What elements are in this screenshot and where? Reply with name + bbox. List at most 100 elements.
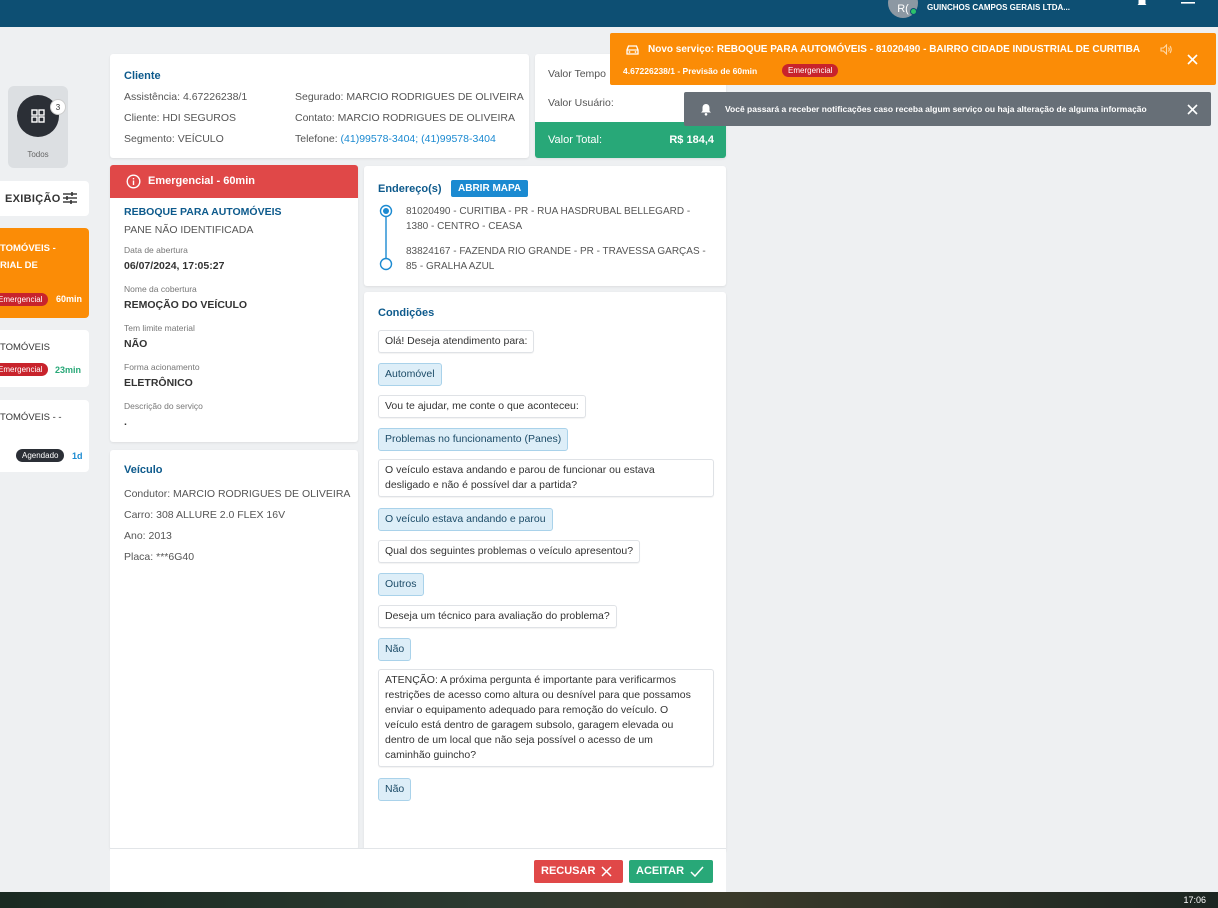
exibicao-label: EXIBIÇÃO: [5, 193, 61, 205]
data-abertura-value: 06/07/2024, 17:05:27: [124, 260, 225, 272]
service-title: TOMÓVEIS - -: [0, 412, 62, 423]
condutor-row: Condutor: MARCIO RODRIGUES DE OLIVEIRA: [124, 488, 351, 500]
telefone-link[interactable]: (41)99578-3404; (41)99578-3404: [341, 133, 496, 145]
segmento-row: Segmento: VEÍCULO: [124, 133, 224, 145]
question-bubble: Vou te ajudar, me conte o que aconteceu:: [378, 395, 586, 418]
route-timeline-icon: [379, 204, 393, 271]
bell-icon[interactable]: [1136, 0, 1148, 11]
question-bubble: Qual dos seguintes problemas o veículo a…: [378, 540, 641, 563]
valor-total-bar: Valor Total: R$ 184,4: [535, 122, 726, 158]
cliente-row: Cliente: HDI SEGUROS: [124, 112, 237, 124]
condicoes-title: Condições: [378, 307, 435, 319]
endereco-origem: 81020490 - CURITIBA - PR - RUA HASDRUBAL…: [406, 206, 691, 232]
todos-count-badge: 3: [50, 99, 66, 115]
recusar-label: RECUSAR: [541, 865, 596, 877]
veiculo-card: Veículo Condutor: MARCIO RODRIGUES DE OL…: [110, 450, 358, 850]
valor-total-value: R$ 184,4: [669, 134, 714, 146]
todos-icon-circle: 3: [17, 95, 66, 137]
info-icon: [126, 174, 141, 189]
company-name: GUINCHOS CAMPOS GERAIS LTDA...: [927, 3, 1070, 12]
close-icon: [601, 866, 612, 877]
service-time: 60min: [56, 294, 83, 304]
carro-row: Carro: 308 ALLURE 2.0 FLEX 16V: [124, 509, 286, 521]
answer-bubble: Não: [378, 778, 412, 801]
recusar-button[interactable]: RECUSAR: [534, 860, 623, 883]
service-title: TOMÓVEIS: [0, 342, 50, 353]
forma-label: Forma acionamento: [124, 362, 200, 372]
close-icon[interactable]: [1187, 54, 1198, 65]
hamburger-menu-icon[interactable]: [1181, 0, 1195, 14]
service-time: 23min: [55, 365, 82, 375]
servico-card: Emergencial - 60min REBOQUE PARA AUTOMÓV…: [110, 165, 358, 442]
service-item[interactable]: TOMÓVEIS - - Agendado 1d: [0, 400, 89, 472]
answer-bubble: Não: [378, 638, 412, 661]
enderecos-title: Endereço(s): [378, 183, 442, 195]
exibicao-toggle[interactable]: EXIBIÇÃO: [0, 181, 89, 216]
online-status-dot: [910, 8, 917, 15]
service-item-selected[interactable]: TOMÓVEIS - RIAL DE Emergencial 60min: [0, 228, 89, 318]
status-badge: Emergencial: [0, 293, 49, 306]
toast-subtitle: 4.67226238/1 - Previsão de 60min: [623, 66, 758, 76]
bell-icon: [701, 104, 711, 116]
notification-info-toast[interactable]: Você passará a receber notificações caso…: [684, 92, 1211, 126]
assistencia-row: Assistência: 4.67226238/1: [124, 91, 248, 103]
service-item[interactable]: TOMÓVEIS Emergencial 23min: [0, 330, 89, 387]
car-icon: [626, 45, 639, 55]
descricao-value: .: [124, 416, 127, 428]
question-bubble: ATENÇÃO: A próxima pergunta é importante…: [378, 669, 714, 767]
abrir-mapa-button[interactable]: ABRIR MAPA: [451, 180, 529, 197]
emergencial-title: Emergencial - 60min: [148, 175, 255, 187]
check-icon: [690, 866, 704, 877]
answer-bubble: Problemas no funcionamento (Panes): [378, 428, 569, 451]
question-bubble: Deseja um técnico para avaliação do prob…: [378, 605, 617, 628]
grid-icon: [31, 109, 45, 123]
aceitar-label: ACEITAR: [636, 865, 685, 877]
valor-total-label: Valor Total:: [548, 134, 603, 146]
close-icon[interactable]: [1187, 104, 1198, 115]
enderecos-card: Endereço(s) ABRIR MAPA 81020490 - CURITI…: [364, 166, 726, 286]
servico-problema: PANE NÃO IDENTIFICADA: [124, 224, 254, 236]
service-time: 1d: [72, 451, 83, 461]
status-badge: Emergencial: [782, 64, 839, 77]
toast-title: Novo serviço: REBOQUE PARA AUTOMÓVEIS - …: [648, 44, 1141, 55]
speaker-icon[interactable]: [1160, 44, 1173, 55]
answer-bubble: O veículo estava andando e parou: [378, 508, 553, 531]
contato-row: Contato: MARCIO RODRIGUES DE OLIVEIRA: [295, 112, 515, 124]
servico-tipo: REBOQUE PARA AUTOMÓVEIS: [124, 206, 282, 218]
cobertura-value: REMOÇÃO DO VEÍCULO: [124, 299, 248, 311]
data-abertura-label: Data de abertura: [124, 245, 188, 255]
forma-value: ELETRÔNICO: [124, 377, 193, 389]
valor-tempo-label: Valor Tempo: [548, 68, 606, 80]
condicoes-card: Condições Olá! Deseja atendimento para: …: [364, 292, 726, 852]
os-taskbar: 17:06: [0, 892, 1218, 908]
answer-bubble: Outros: [378, 573, 424, 596]
taskbar-clock: 17:06: [1183, 895, 1206, 905]
todos-label: Todos: [27, 150, 49, 159]
telefone-row: Telefone: (41)99578-3404; (41)99578-3404: [295, 133, 496, 145]
limite-label: Tem limite material: [124, 323, 195, 333]
veiculo-title: Veículo: [124, 464, 163, 476]
aceitar-button[interactable]: ACEITAR: [629, 860, 713, 883]
question-bubble: O veículo estava andando e parou de func…: [378, 459, 714, 497]
descricao-label: Descrição do serviço: [124, 401, 203, 411]
emergencial-header: Emergencial - 60min: [110, 165, 358, 198]
limite-value: NÃO: [124, 338, 148, 350]
segurado-row: Segurado: MARCIO RODRIGUES DE OLIVEIRA: [295, 91, 524, 103]
action-footer: RECUSAR ACEITAR: [110, 848, 726, 892]
sliders-icon: [63, 192, 77, 204]
top-bar: R( GUINCHOS CAMPOS GERAIS LTDA...: [0, 0, 1218, 27]
endereco-destino: 83824167 - FAZENDA RIO GRANDE - PR - TRA…: [406, 246, 706, 272]
answer-bubble: Automóvel: [378, 363, 442, 386]
valor-usuario-label: Valor Usuário:: [548, 97, 614, 109]
toast-message: Você passará a receber notificações caso…: [725, 104, 1147, 114]
ano-row: Ano: 2013: [124, 530, 172, 542]
filter-todos[interactable]: 3 Todos: [8, 86, 68, 168]
service-title: TOMÓVEIS - RIAL DE: [0, 243, 56, 271]
placa-row: Placa: ***6G40: [124, 551, 195, 563]
cliente-card: Cliente Assistência: 4.67226238/1 Client…: [110, 54, 529, 158]
status-badge: Agendado: [16, 449, 65, 462]
question-bubble: Olá! Deseja atendimento para:: [378, 330, 535, 353]
new-service-toast[interactable]: Novo serviço: REBOQUE PARA AUTOMÓVEIS - …: [610, 33, 1216, 85]
cliente-title: Cliente: [124, 70, 161, 82]
cobertura-label: Nome da cobertura: [124, 284, 197, 294]
